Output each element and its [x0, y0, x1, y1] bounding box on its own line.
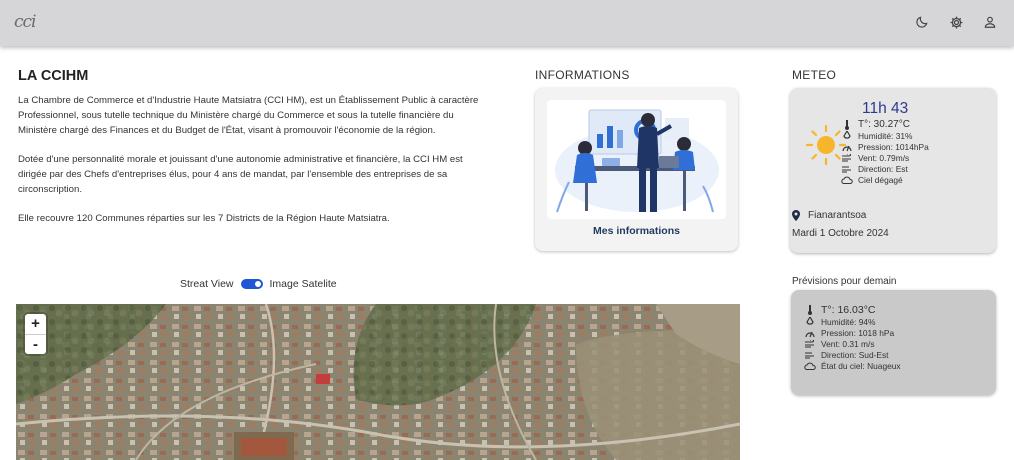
sky-value: Ciel dégagé	[858, 174, 903, 185]
top-app-bar: cci	[0, 0, 1014, 46]
temperature-row: T°: 30.27°C	[840, 119, 929, 130]
satellite-label: Image Satelite	[269, 278, 337, 290]
top-icon-group	[912, 12, 1000, 32]
map-type-switch[interactable]	[240, 279, 263, 289]
thermometer-icon	[803, 304, 817, 315]
mes-informations-link[interactable]: Mes informations	[535, 225, 738, 237]
settings-icon[interactable]	[946, 12, 966, 32]
droplet-icon	[803, 316, 817, 327]
humidity-value: Humidité: 31%	[858, 130, 913, 141]
forecast-sky-row: État du ciel: Nuageux	[803, 360, 901, 371]
wind-direction-icon	[803, 351, 817, 359]
direction-value: Direction: Est	[858, 163, 908, 174]
humidity-row: Humidité: 31%	[840, 130, 929, 141]
sky-row: Ciel dégagé	[840, 174, 929, 185]
informations-title: INFORMATIONS	[535, 68, 630, 82]
forecast-pressure-value: Pression: 1018 hPa	[821, 327, 895, 338]
gauge-icon	[840, 142, 854, 152]
direction-row: Direction: Est	[840, 163, 929, 174]
wind-icon	[840, 153, 854, 162]
pressure-value: Pression: 1014hPa	[858, 141, 929, 152]
forecast-temperature-row: T°: 16.03°C	[803, 303, 901, 316]
forecast-humidity-row: Humidité: 94%	[803, 316, 901, 327]
current-time: 11h 43	[862, 100, 909, 117]
wind-row: Vent: 0.79m/s	[840, 152, 929, 163]
location: Fianarantsoa	[792, 210, 866, 221]
zoom-control: + -	[25, 314, 46, 354]
forecast-wind-row: Vent: 0.31 m/s	[803, 338, 901, 349]
current-weather-details: T°: 30.27°C Humidité: 31% Pression: 1014…	[840, 119, 929, 185]
meteo-card: 11h 43 T°: 30.27°C Humidité: 31% Pressio…	[790, 88, 996, 253]
forecast-title: Prévisions pour demain	[792, 276, 897, 287]
wind-icon	[803, 339, 817, 348]
temperature-value: T°: 30.27°C	[858, 119, 910, 130]
forecast-details: T°: 16.03°C Humidité: 94% Pression: 1018…	[803, 303, 901, 371]
moon-icon[interactable]	[912, 12, 932, 32]
cci-logo[interactable]: cci	[14, 12, 37, 32]
business-meeting-illustration	[547, 100, 726, 219]
switch-knob	[254, 281, 261, 287]
forecast-pressure-row: Pression: 1018 hPa	[803, 327, 901, 338]
about-paragraph-1: La Chambre de Commerce et d'Industrie Ha…	[18, 95, 479, 136]
cloud-icon	[840, 176, 854, 184]
zoom-out-button[interactable]: -	[25, 334, 46, 354]
meteo-title: METEO	[792, 68, 837, 82]
droplet-icon	[840, 130, 854, 141]
wind-value: Vent: 0.79m/s	[858, 152, 910, 163]
thermometer-icon	[840, 119, 854, 130]
pressure-row: Pression: 1014hPa	[840, 141, 929, 152]
forecast-card: T°: 16.03°C Humidité: 94% Pression: 1018…	[791, 290, 996, 395]
location-name: Fianarantsoa	[808, 210, 867, 221]
current-date: Mardi 1 Octobre 2024	[792, 228, 889, 239]
street-view-label: Streat View	[180, 278, 234, 290]
about-paragraph-3: Elle recouvre 120 Communes réparties sur…	[18, 213, 390, 224]
about-section: LA CCIHM La Chambre de Commerce et d'Ind…	[18, 68, 488, 240]
gauge-icon	[803, 328, 817, 338]
cloud-icon	[803, 362, 817, 370]
map-view-toggle: Streat View Image Satelite	[180, 278, 337, 290]
forecast-direction-value: Direction: Sud-Est	[821, 349, 889, 360]
forecast-temperature-value: T°: 16.03°C	[821, 303, 876, 316]
about-title: LA CCIHM	[18, 68, 89, 84]
satellite-map[interactable]: + -	[16, 304, 740, 460]
forecast-sky-value: État du ciel: Nuageux	[821, 360, 901, 371]
user-icon[interactable]	[980, 12, 1000, 32]
satellite-imagery	[16, 304, 740, 460]
wind-direction-icon	[840, 165, 854, 173]
zoom-in-button[interactable]: +	[25, 314, 46, 334]
location-pin-icon	[792, 210, 800, 221]
informations-card[interactable]: Mes informations	[535, 88, 738, 251]
forecast-humidity-value: Humidité: 94%	[821, 316, 876, 327]
forecast-wind-value: Vent: 0.31 m/s	[821, 338, 875, 349]
forecast-direction-row: Direction: Sud-Est	[803, 349, 901, 360]
about-paragraph-2: Dotée d'une personnalité morale et jouis…	[18, 154, 463, 195]
